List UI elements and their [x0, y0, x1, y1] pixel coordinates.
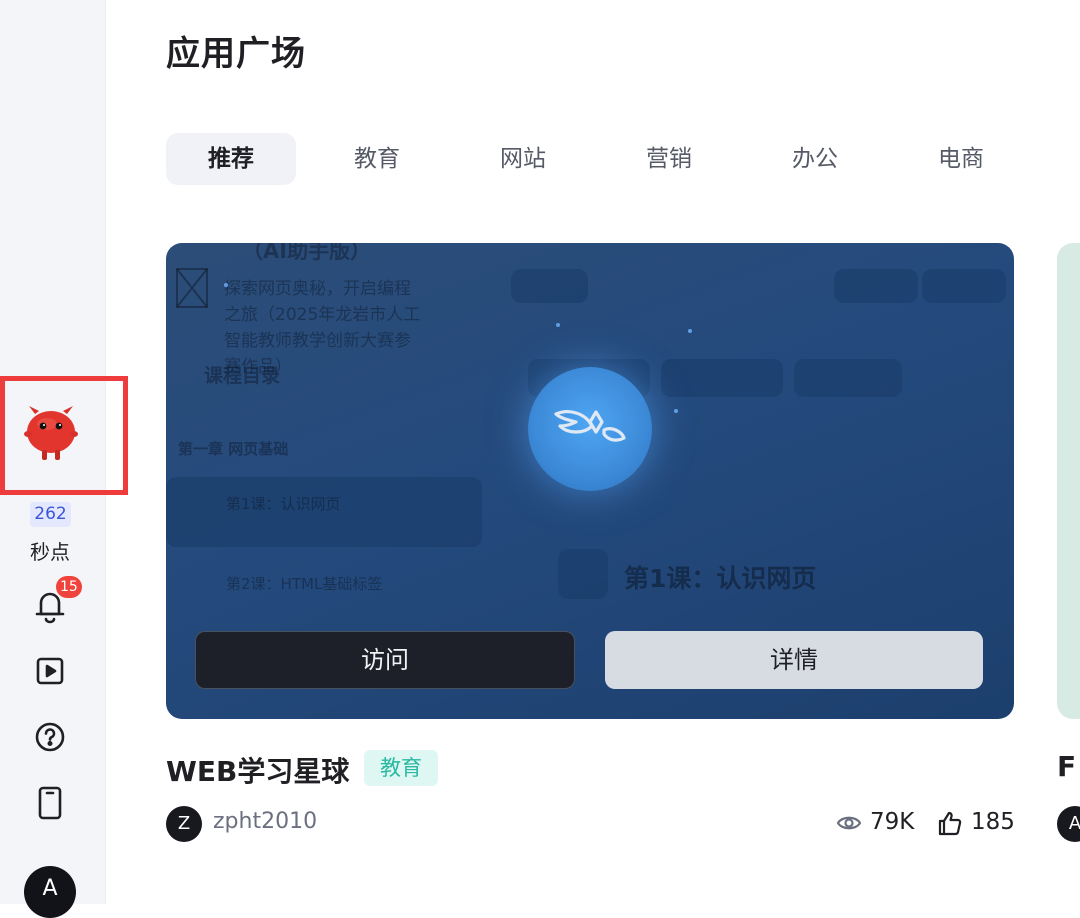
tab-office[interactable]: 办公 [750, 133, 880, 185]
app-card-preview[interactable]: （AI助手版） 探索网页奥秘，开启编程之旅（2025年龙岩市人工智能教师教学创新… [166, 243, 1014, 719]
user-avatar[interactable]: A [24, 866, 76, 918]
preview-toc: 课程目录 [204, 365, 281, 387]
visit-button[interactable]: 访问 [195, 631, 575, 689]
eye-icon [836, 816, 862, 830]
like-count: 185 [971, 809, 1015, 835]
notification-count-badge: 15 [56, 576, 82, 598]
preview-nav-panel [922, 269, 1006, 303]
tab-ecommerce[interactable]: 电商 [896, 133, 1026, 185]
mascot-avatar[interactable] [19, 402, 83, 464]
video-play-icon[interactable] [30, 651, 70, 691]
view-count: 79K [870, 809, 915, 835]
preview-panel [794, 359, 902, 397]
preview-lesson2: 第2课：HTML基础标签 [226, 575, 383, 593]
tab-education[interactable]: 教育 [312, 133, 442, 185]
preview-nav-panel [834, 269, 918, 303]
mobile-device-icon[interactable] [30, 783, 70, 823]
preview-nav-panel [511, 269, 588, 303]
sidebar: 262 秒点 15 A [0, 0, 128, 918]
thumbs-up-icon[interactable] [937, 810, 963, 836]
tab-website[interactable]: 网站 [458, 133, 588, 185]
page-title: 应用广场 [166, 34, 306, 74]
preview-main-heading: 第1课：认识网页 [624, 564, 817, 593]
help-icon[interactable] [30, 717, 70, 757]
preview-book-tile [558, 549, 608, 599]
preview-lesson1: 第1课：认识网页 [226, 495, 341, 513]
image-placeholder-icon [176, 268, 208, 308]
tab-recommended[interactable]: 推荐 [166, 133, 296, 185]
next-app-title[interactable]: F [1057, 750, 1076, 783]
category-tag: 教育 [364, 750, 438, 786]
next-app-card-preview[interactable] [1057, 243, 1080, 719]
points-label: 秒点 [30, 540, 70, 564]
preview-chapter: 第一章 网页基础 [178, 440, 289, 458]
app-title[interactable]: WEB学习星球 [166, 750, 349, 790]
author-avatar[interactable]: Z [166, 806, 202, 842]
bird-logo-icon [528, 367, 652, 491]
preview-heading: （AI助手版） [242, 243, 372, 263]
details-button[interactable]: 详情 [605, 631, 983, 689]
points-badge: 262 [30, 502, 71, 527]
preview-panel [661, 359, 783, 397]
next-author-avatar[interactable]: A [1057, 806, 1080, 842]
author-name[interactable]: zpht2010 [213, 809, 317, 834]
tab-marketing[interactable]: 营销 [604, 133, 734, 185]
